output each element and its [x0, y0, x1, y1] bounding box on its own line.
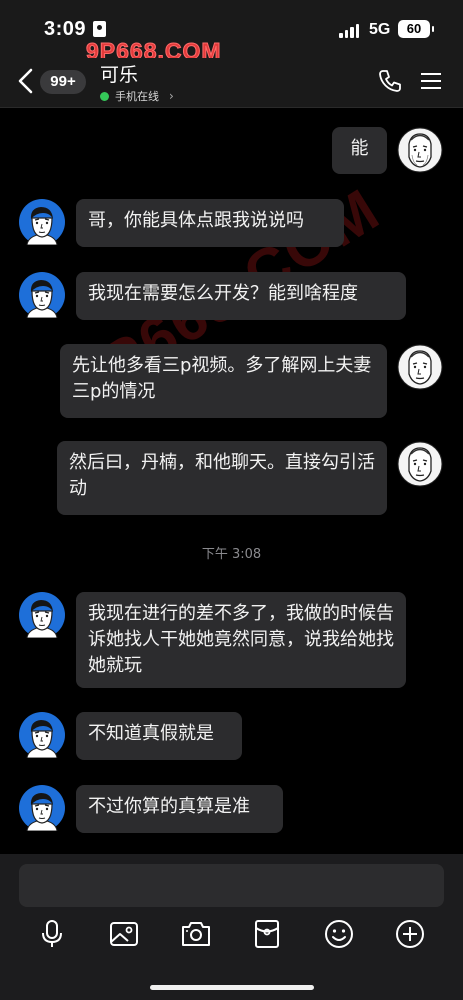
camera-icon[interactable] — [180, 918, 212, 950]
message-bubble-received[interactable]: 不知道真假就是 — [76, 712, 242, 760]
message-bubble-sent[interactable]: 先让他多看三p视频。多了解网上夫妻三p的情况 — [60, 344, 387, 418]
plus-icon[interactable] — [394, 918, 426, 950]
chevron-right-icon: › — [169, 89, 174, 103]
message-timestamp: 下午 3:08 — [201, 547, 262, 562]
menu-icon[interactable] — [420, 72, 442, 90]
emoji-icon[interactable] — [323, 918, 355, 950]
message-bubble-received[interactable]: 哥，你能具体点跟我说说吗 — [76, 199, 344, 247]
message-bubble-sent[interactable]: 能 — [332, 127, 387, 174]
chat-header: 99+ 可乐 手机在线 › — [0, 58, 463, 108]
contact-avatar[interactable] — [19, 272, 65, 318]
red-packet-icon[interactable] — [251, 918, 283, 950]
contact-avatar[interactable] — [19, 592, 65, 638]
my-avatar[interactable] — [397, 127, 443, 173]
battery-icon: 60 — [398, 20, 434, 38]
phone-icon[interactable] — [377, 68, 403, 94]
status-time: 3:09 — [44, 18, 87, 40]
online-dot-icon — [100, 91, 109, 101]
status-bar: 3:09 5G 60 9P668.COM — [0, 0, 463, 65]
microphone-icon[interactable] — [36, 918, 68, 950]
message-bubble-received[interactable]: 我现在需要怎么开发？能到啥程度 — [76, 272, 406, 320]
unread-count-badge[interactable]: 99+ — [40, 70, 86, 94]
online-status-label: 手机在线 — [115, 90, 159, 103]
notification-icon — [93, 21, 106, 37]
my-avatar[interactable] — [397, 344, 443, 390]
network-type: 5G — [369, 21, 391, 38]
signal-icon — [339, 22, 359, 38]
contact-name[interactable]: 可乐 — [100, 60, 138, 87]
contact-avatar[interactable] — [19, 785, 65, 831]
message-bubble-sent[interactable]: 然后曰，丹楠，和他聊天。直接勾引活动 — [57, 441, 387, 515]
message-input[interactable] — [19, 864, 444, 907]
home-indicator — [150, 985, 314, 990]
input-area — [0, 854, 463, 1000]
online-status[interactable]: 手机在线 › — [100, 88, 174, 104]
contact-avatar[interactable] — [19, 199, 65, 245]
message-bubble-received[interactable]: 我现在进行的差不多了，我做的时候告诉她找人干她她竟然同意，说我给她找她就玩 — [76, 592, 406, 688]
message-list[interactable]: 9P668.COM 能 哥，你能具体点跟我说说吗 我现在需要怎么开发？能到啥程度… — [0, 109, 463, 854]
message-bubble-received[interactable]: 不过你算的真算是准 — [76, 785, 283, 833]
my-avatar[interactable] — [397, 441, 443, 487]
contact-avatar[interactable] — [19, 712, 65, 758]
back-arrow-icon[interactable] — [14, 66, 38, 96]
image-icon[interactable] — [108, 918, 140, 950]
